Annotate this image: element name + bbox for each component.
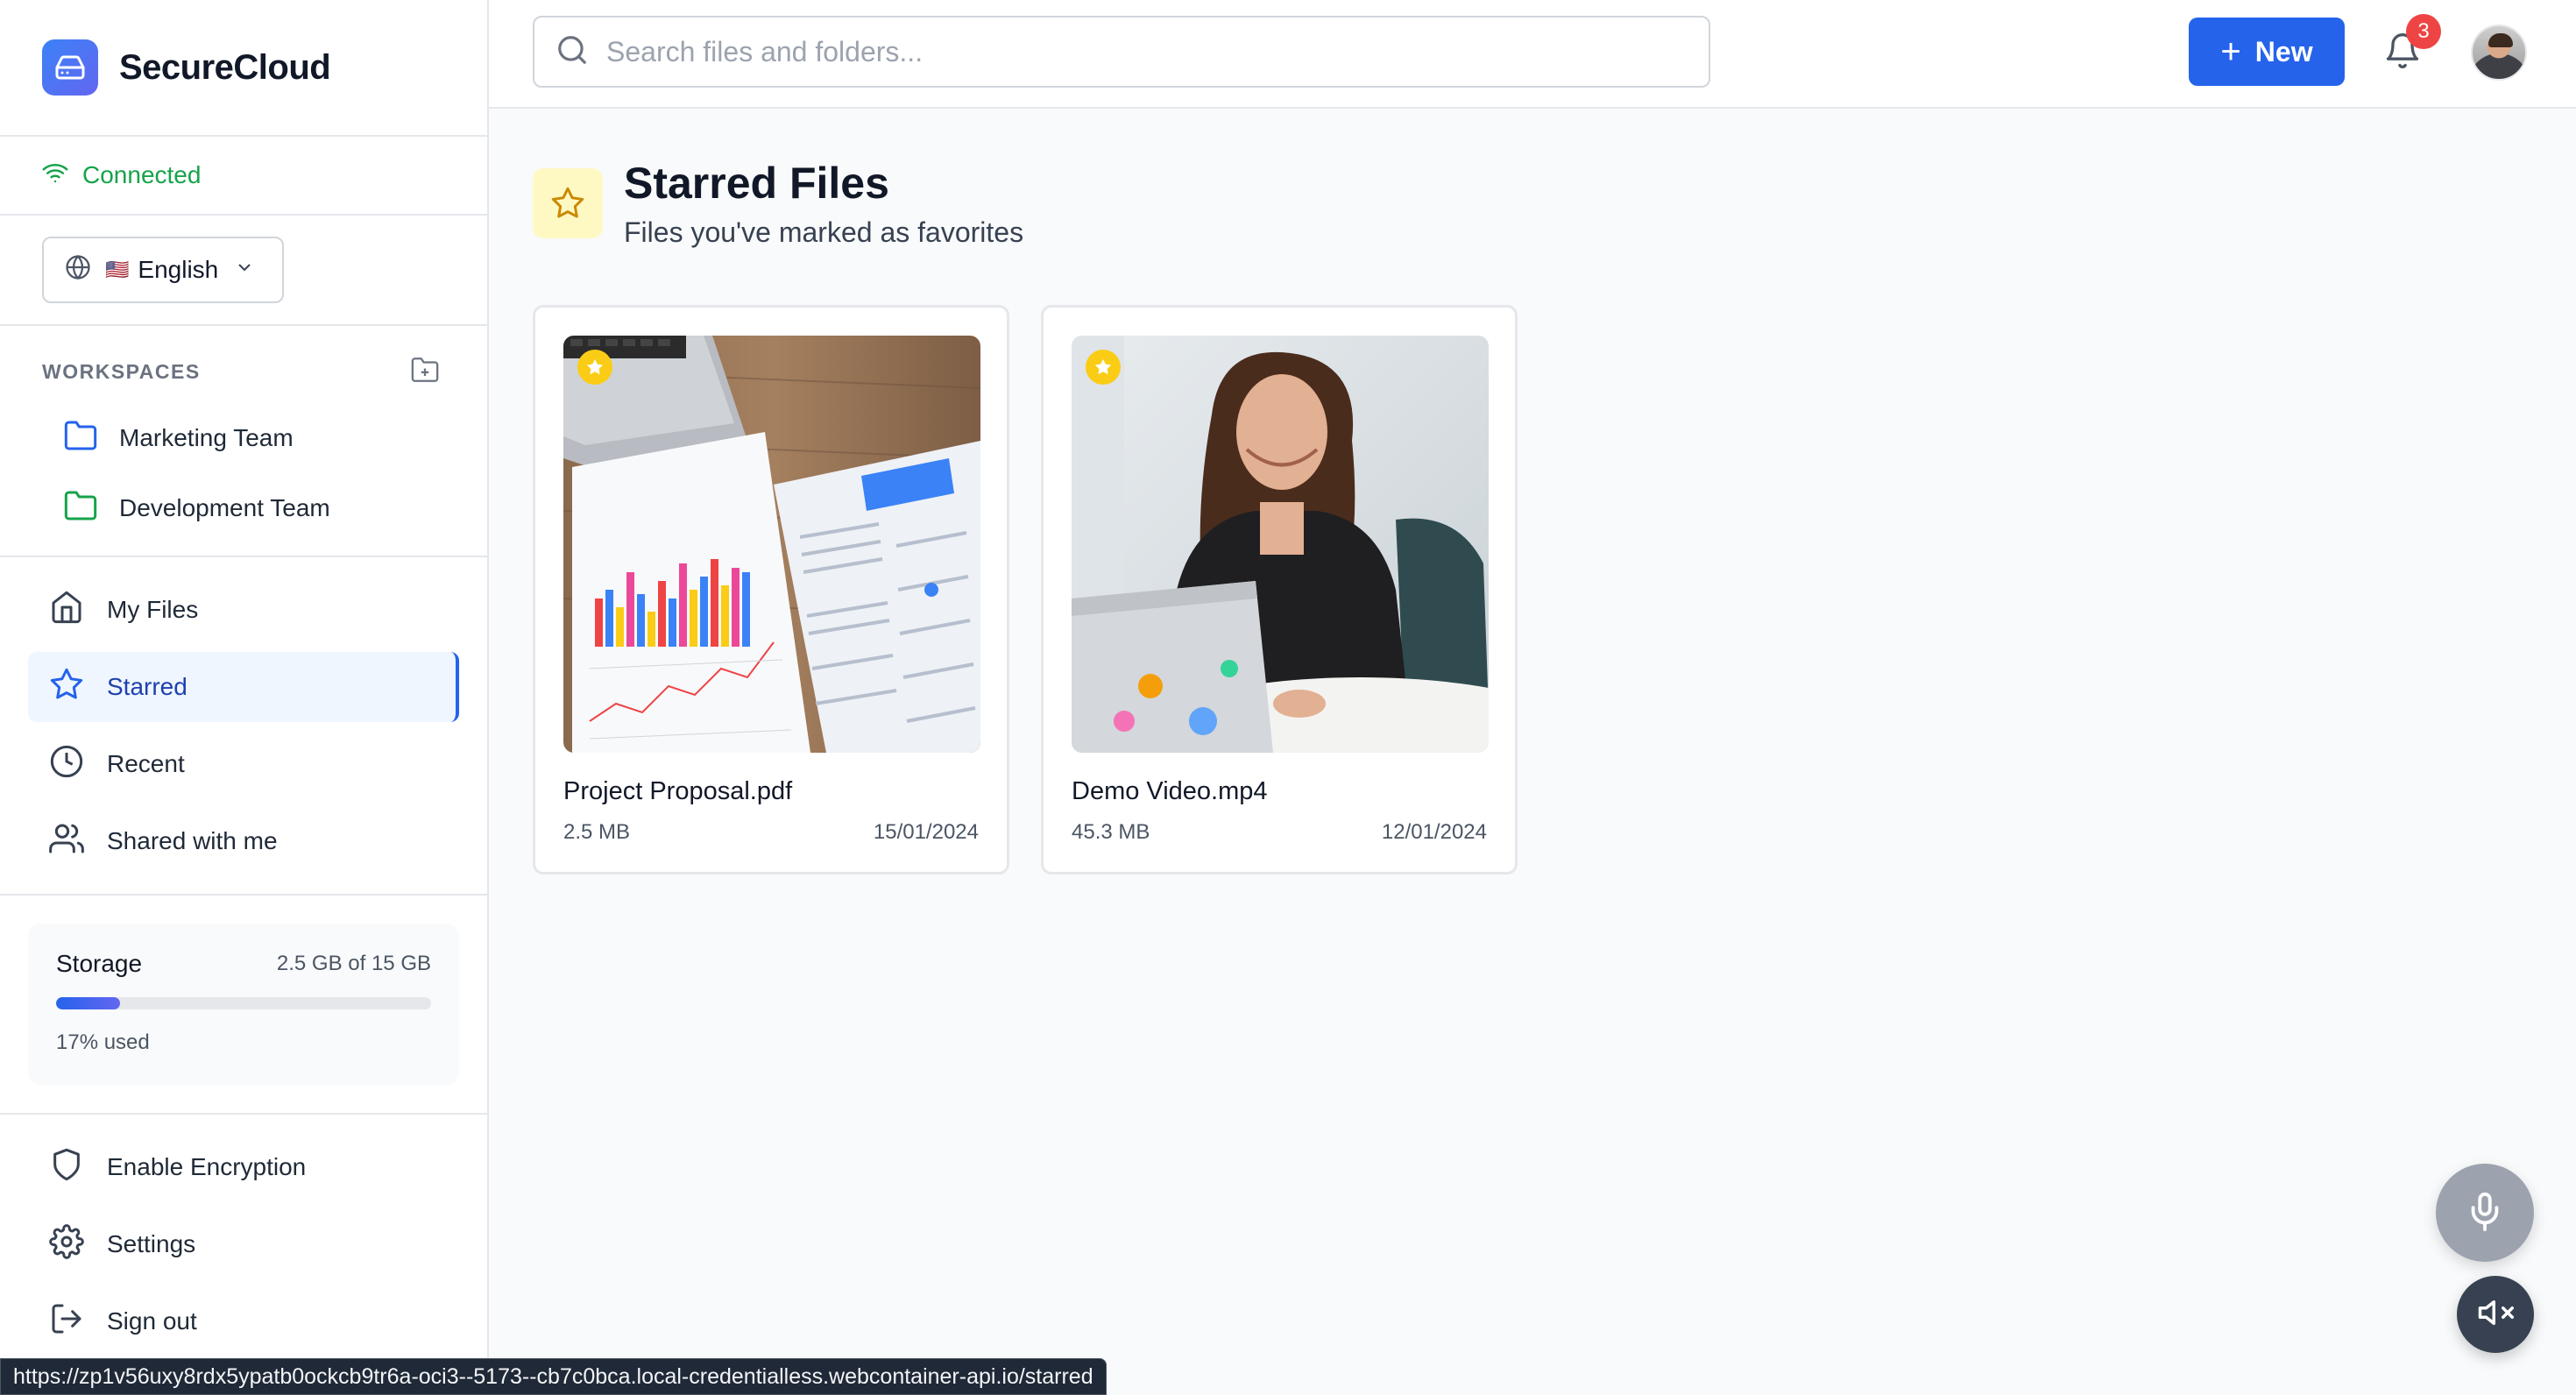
globe-icon (65, 254, 91, 287)
storage-card: Storage 2.5 GB of 15 GB 17% used (28, 924, 459, 1085)
file-thumbnail (1072, 336, 1489, 753)
sign-out-icon (49, 1301, 107, 1342)
hard-drive-icon (42, 39, 98, 96)
file-name: Demo Video.mp4 (1072, 777, 1268, 805)
file-grid: Project Proposal.pdf 2.5 MB 15/01/2024 D… (533, 305, 1518, 875)
workspace-label: Marketing Team (119, 424, 294, 451)
nav-item-my-files[interactable]: My Files (28, 575, 459, 645)
top-header: + New 3 (489, 0, 2576, 109)
folder-icon (63, 418, 119, 459)
language-label: English (138, 256, 219, 283)
users-icon (49, 821, 107, 862)
workspace-item-marketing[interactable]: Marketing Team (0, 403, 487, 473)
star-icon (533, 168, 603, 238)
page-header: Starred Files Files you've marked as fav… (533, 159, 1023, 249)
search-icon (556, 33, 589, 71)
flag-icon: 🇺🇸 (105, 258, 130, 280)
workspace-item-development[interactable]: Development Team (0, 473, 487, 543)
storage-section: Storage 2.5 GB of 15 GB 17% used (0, 896, 487, 1115)
avatar[interactable] (2471, 25, 2527, 81)
language-section: 🇺🇸 English (0, 216, 487, 326)
language-select[interactable]: 🇺🇸 English (42, 237, 284, 303)
workspaces-header: WORKSPACES (0, 354, 487, 389)
page-title: Starred Files (624, 159, 889, 208)
workspaces-section: WORKSPACES Marketing Team Development Te… (0, 326, 487, 557)
nav-item-shared[interactable]: Shared with me (28, 806, 459, 876)
notification-badge: 3 (2406, 14, 2441, 49)
file-card[interactable]: Demo Video.mp4 45.3 MB 12/01/2024 (1041, 305, 1518, 875)
connection-status: Connected (0, 137, 487, 216)
storage-progress-bar (56, 997, 431, 1009)
storage-used-text: 17% used (56, 1030, 150, 1054)
bottom-nav: Enable Encryption Settings Sign out (0, 1115, 487, 1356)
folder-plus-icon[interactable] (410, 355, 440, 389)
file-thumbnail (563, 336, 980, 753)
file-card[interactable]: Project Proposal.pdf 2.5 MB 15/01/2024 (533, 305, 1009, 875)
file-meta: 45.3 MB 12/01/2024 (1072, 820, 1487, 845)
microphone-button[interactable] (2436, 1164, 2534, 1262)
nav-item-starred[interactable]: Starred (28, 652, 459, 722)
storage-label: Storage (56, 950, 143, 977)
nav-label: Starred (107, 673, 188, 700)
main-nav: My Files Starred Recent Shared with me (0, 557, 487, 896)
file-meta: 2.5 MB 15/01/2024 (563, 820, 979, 845)
storage-amount: 2.5 GB of 15 GB (276, 952, 431, 975)
new-button[interactable]: + New (2189, 18, 2345, 86)
page-subtitle: Files you've marked as favorites (624, 216, 1024, 248)
video-thumbnail-image (1072, 336, 1489, 753)
starred-badge-icon (577, 350, 612, 385)
clock-icon (49, 744, 107, 785)
search-box[interactable] (533, 16, 1710, 88)
nav-label: Shared with me (107, 827, 278, 854)
shield-icon (49, 1147, 107, 1188)
mute-button[interactable] (2457, 1276, 2534, 1353)
nav-label: Settings (107, 1230, 196, 1257)
nav-item-enable-encryption[interactable]: Enable Encryption (28, 1132, 459, 1202)
nav-item-recent[interactable]: Recent (28, 729, 459, 799)
workspaces-title: WORKSPACES (42, 359, 201, 383)
file-date: 12/01/2024 (1381, 820, 1487, 844)
file-date: 15/01/2024 (873, 820, 979, 844)
status-bar-url: https://zp1v56uxy8rdx5ypatb0ockcb9tr6a-o… (0, 1358, 1107, 1395)
plus-icon: + (2220, 32, 2241, 71)
sidebar: SecureCloud Connected 🇺🇸 English WORKSPA… (0, 0, 489, 1395)
folder-icon (63, 488, 119, 529)
microphone-icon (2465, 1191, 2505, 1236)
starred-badge-icon (1086, 350, 1121, 385)
volume-mute-icon (2477, 1294, 2514, 1335)
nav-item-settings[interactable]: Settings (28, 1209, 459, 1279)
gear-icon (49, 1223, 107, 1265)
wifi-icon (42, 159, 82, 192)
search-input[interactable] (606, 35, 1658, 68)
workspace-label: Development Team (119, 494, 330, 521)
nav-label: Recent (107, 750, 185, 777)
app-root: SecureCloud Connected 🇺🇸 English WORKSPA… (0, 0, 2576, 1395)
file-name: Project Proposal.pdf (563, 777, 793, 805)
new-button-label: New (2254, 35, 2313, 67)
nav-label: Enable Encryption (107, 1153, 307, 1180)
file-size: 45.3 MB (1072, 820, 1150, 844)
brand[interactable]: SecureCloud (0, 0, 487, 137)
connection-label: Connected (82, 161, 202, 188)
nav-item-sign-out[interactable]: Sign out (28, 1286, 459, 1356)
nav-label: My Files (107, 596, 199, 623)
star-icon (49, 667, 107, 708)
document-thumbnail-image (563, 336, 980, 753)
file-size: 2.5 MB (563, 820, 631, 844)
brand-name: SecureCloud (119, 47, 331, 87)
main-content: Starred Files Files you've marked as fav… (489, 109, 2576, 1395)
nav-label: Sign out (107, 1307, 197, 1335)
chevron-down-icon (234, 256, 255, 284)
storage-progress-fill (56, 997, 120, 1009)
home-icon (49, 590, 107, 631)
